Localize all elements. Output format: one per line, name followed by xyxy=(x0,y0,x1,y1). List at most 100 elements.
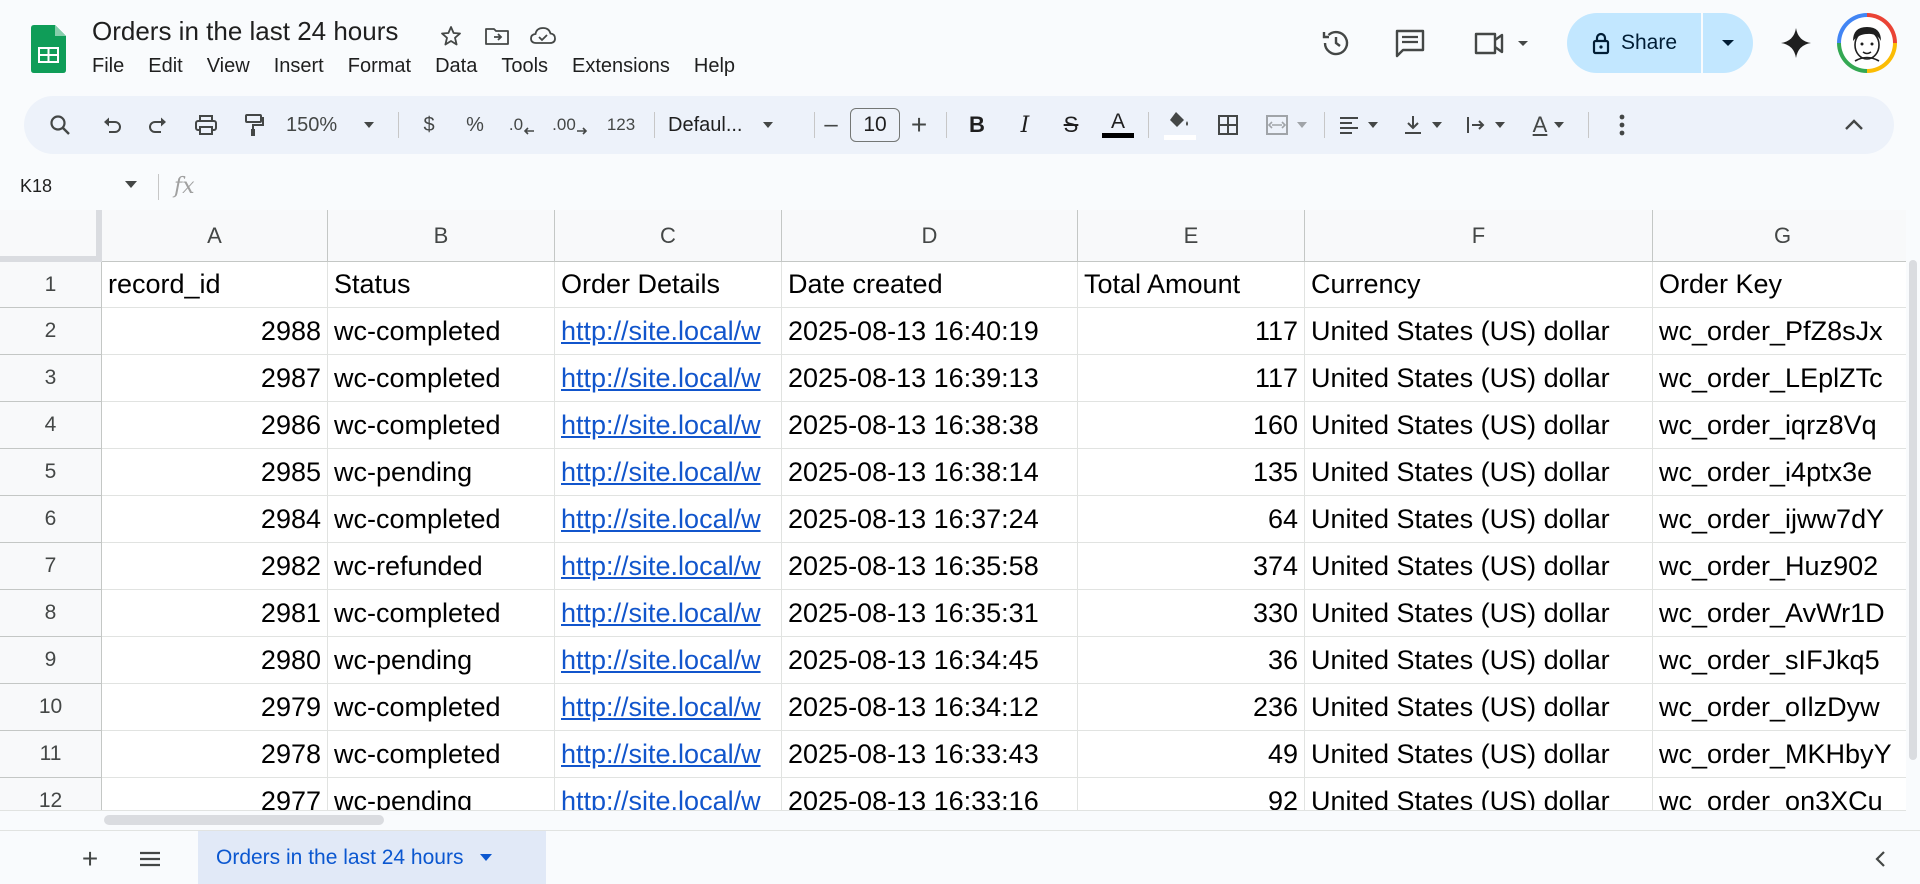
chevron-down-icon[interactable] xyxy=(479,853,493,862)
table-cell[interactable]: 2984 xyxy=(102,496,328,543)
table-cell[interactable]: wc-pending xyxy=(328,637,555,684)
italic-button[interactable]: I xyxy=(1008,96,1042,154)
gemini-sparkle-icon[interactable] xyxy=(1774,21,1818,65)
document-title[interactable]: Orders in the last 24 hours xyxy=(92,16,398,47)
table-cell[interactable]: wc_order_LEplZTc xyxy=(1653,355,1906,402)
horizontal-align-icon[interactable] xyxy=(1330,96,1386,154)
table-cell[interactable]: wc_order_sIFJkq5 xyxy=(1653,637,1906,684)
all-sheets-menu-icon[interactable] xyxy=(130,839,170,879)
table-cell[interactable]: 117 xyxy=(1078,355,1305,402)
link-cell[interactable]: http://site.local/w xyxy=(555,684,782,731)
column-header-b[interactable]: B xyxy=(328,210,555,262)
link-cell[interactable]: http://site.local/w xyxy=(555,543,782,590)
link-cell[interactable]: http://site.local/w xyxy=(555,778,782,810)
menu-insert[interactable]: Insert xyxy=(262,52,336,81)
row-header[interactable]: 6 xyxy=(0,496,102,543)
share-button[interactable]: Share xyxy=(1567,13,1701,73)
table-cell[interactable]: wc-completed xyxy=(328,731,555,778)
vertical-scrollbar[interactable] xyxy=(1906,210,1920,810)
horizontal-scrollbar[interactable] xyxy=(0,810,1906,828)
select-all-corner[interactable] xyxy=(0,210,102,262)
row-header[interactable]: 2 xyxy=(0,308,102,355)
column-header-f[interactable]: F xyxy=(1305,210,1653,262)
vertical-scroll-thumb[interactable] xyxy=(1909,260,1917,760)
avatar[interactable] xyxy=(1837,13,1897,73)
decrease-decimal-button[interactable]: .0 xyxy=(504,96,540,154)
table-cell[interactable]: 2988 xyxy=(102,308,328,355)
table-cell[interactable]: 2982 xyxy=(102,543,328,590)
table-cell[interactable]: United States (US) dollar xyxy=(1305,731,1653,778)
menu-extensions[interactable]: Extensions xyxy=(560,52,682,81)
font-size-input[interactable]: 10 xyxy=(850,108,900,142)
row-header[interactable]: 1 xyxy=(0,262,102,308)
link-cell[interactable]: http://site.local/w xyxy=(555,402,782,449)
link-cell[interactable]: http://site.local/w xyxy=(555,449,782,496)
table-cell[interactable]: 2025-08-13 16:39:13 xyxy=(782,355,1078,402)
link-cell[interactable]: http://site.local/w xyxy=(555,355,782,402)
row-header[interactable]: 5 xyxy=(0,449,102,496)
paint-format-icon[interactable] xyxy=(236,96,272,154)
table-cell[interactable]: United States (US) dollar xyxy=(1305,355,1653,402)
table-cell[interactable]: United States (US) dollar xyxy=(1305,543,1653,590)
more-formats-button[interactable]: 123 xyxy=(600,96,642,154)
table-cell[interactable]: wc-pending xyxy=(328,778,555,810)
table-cell[interactable]: 2987 xyxy=(102,355,328,402)
row-header[interactable]: 3 xyxy=(0,355,102,402)
name-box[interactable]: K18 xyxy=(20,176,52,197)
format-percent-button[interactable]: % xyxy=(458,96,492,154)
header-cell[interactable]: record_id xyxy=(102,262,328,308)
table-cell[interactable]: wc_order_oIlzDyw xyxy=(1653,684,1906,731)
horizontal-scroll-thumb[interactable] xyxy=(104,815,384,825)
table-cell[interactable]: United States (US) dollar xyxy=(1305,402,1653,449)
row-header[interactable]: 4 xyxy=(0,402,102,449)
zoom-select[interactable]: 150% xyxy=(286,96,386,154)
table-cell[interactable]: 330 xyxy=(1078,590,1305,637)
spreadsheet-grid[interactable]: A B C D E F G 1 record_id Status Order Details Date… xyxy=(0,210,1906,810)
version-history-icon[interactable] xyxy=(1314,21,1358,65)
table-cell[interactable]: wc-completed xyxy=(328,308,555,355)
link-cell[interactable]: http://site.local/w xyxy=(555,308,782,355)
table-cell[interactable]: wc_order_AvWr1D xyxy=(1653,590,1906,637)
table-cell[interactable]: wc_order_ijww7dY xyxy=(1653,496,1906,543)
borders-icon[interactable] xyxy=(1210,96,1246,154)
header-cell[interactable]: Order Key xyxy=(1653,262,1906,308)
explore-chevron-left-icon[interactable] xyxy=(1860,839,1900,879)
table-cell[interactable]: wc-pending xyxy=(328,449,555,496)
table-cell[interactable]: wc_order_Huz902 xyxy=(1653,543,1906,590)
table-cell[interactable]: 64 xyxy=(1078,496,1305,543)
search-menus-icon[interactable] xyxy=(40,96,80,154)
bold-button[interactable]: B xyxy=(960,96,994,154)
table-cell[interactable]: 2025-08-13 16:33:16 xyxy=(782,778,1078,810)
table-cell[interactable]: 117 xyxy=(1078,308,1305,355)
table-cell[interactable]: 2025-08-13 16:34:45 xyxy=(782,637,1078,684)
more-options-icon[interactable] xyxy=(1598,96,1646,154)
table-cell[interactable]: United States (US) dollar xyxy=(1305,496,1653,543)
table-cell[interactable]: 236 xyxy=(1078,684,1305,731)
strikethrough-button[interactable]: S xyxy=(1054,96,1088,154)
link-cell[interactable]: http://site.local/w xyxy=(555,590,782,637)
table-cell[interactable]: 2977 xyxy=(102,778,328,810)
increase-decimal-button[interactable]: .00 xyxy=(550,96,590,154)
sheet-tab-orders[interactable]: Orders in the last 24 hours xyxy=(198,831,546,884)
table-cell[interactable]: wc-completed xyxy=(328,684,555,731)
move-folder-icon[interactable] xyxy=(481,20,513,52)
text-color-button[interactable]: A xyxy=(1100,96,1136,154)
row-header[interactable]: 7 xyxy=(0,543,102,590)
add-sheet-button[interactable]: + xyxy=(70,839,110,879)
table-cell[interactable]: wc-completed xyxy=(328,590,555,637)
menu-help[interactable]: Help xyxy=(682,52,747,81)
row-header[interactable]: 9 xyxy=(0,637,102,684)
table-cell[interactable]: wc-refunded xyxy=(328,543,555,590)
table-cell[interactable]: 160 xyxy=(1078,402,1305,449)
link-cell[interactable]: http://site.local/w xyxy=(555,731,782,778)
table-cell[interactable]: 2025-08-13 16:37:24 xyxy=(782,496,1078,543)
share-options-chevron-down-icon[interactable] xyxy=(1703,13,1753,73)
print-icon[interactable] xyxy=(188,96,224,154)
table-cell[interactable]: 2025-08-13 16:35:31 xyxy=(782,590,1078,637)
table-cell[interactable]: United States (US) dollar xyxy=(1305,684,1653,731)
star-icon[interactable] xyxy=(435,20,467,52)
merge-cells-icon[interactable] xyxy=(1256,96,1316,154)
table-cell[interactable]: 2985 xyxy=(102,449,328,496)
decrease-font-size-button[interactable]: – xyxy=(816,96,846,154)
column-header-d[interactable]: D xyxy=(782,210,1078,262)
